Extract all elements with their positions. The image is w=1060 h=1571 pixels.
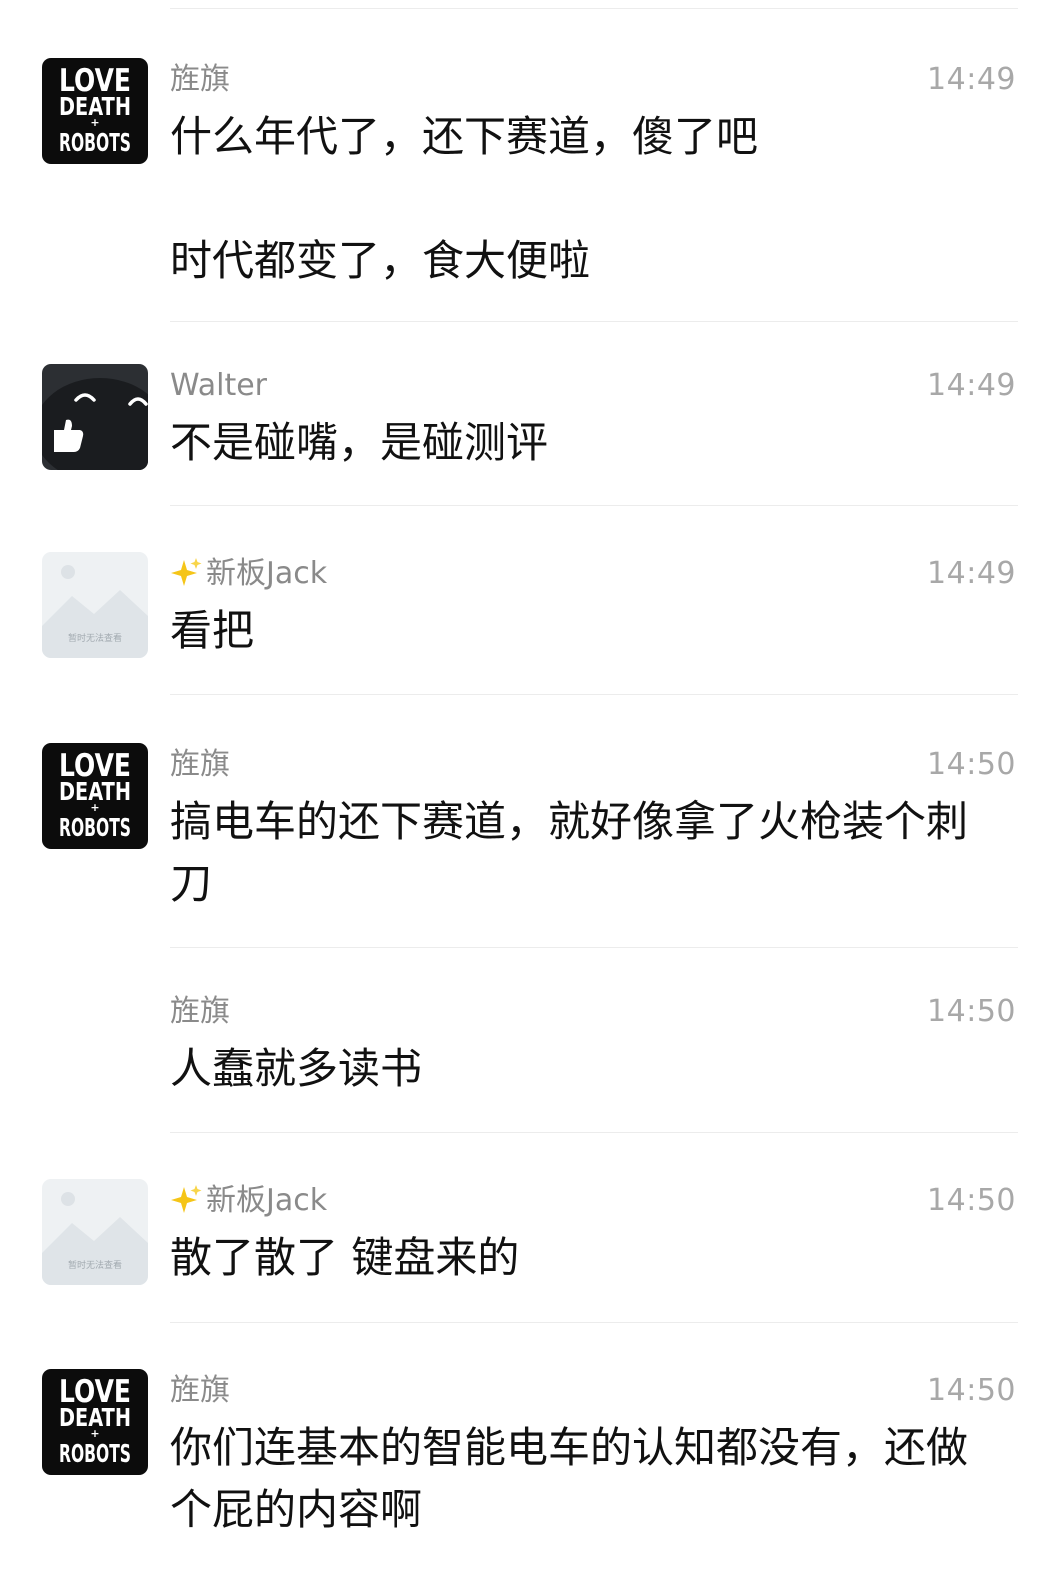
message-text: 不是碰嘴，是碰测评 [170, 412, 1020, 474]
message-text: 什么年代了，还下赛道，傻了吧 时代都变了，食大便啦 [170, 106, 1020, 292]
sender-name[interactable]: 旌旗 [170, 743, 230, 787]
message-line: 看把 [170, 606, 255, 655]
sender-name[interactable]: 旌旗 [170, 990, 230, 1034]
message-text: 散了散了 键盘来的 [170, 1227, 1020, 1289]
timestamp: 14:50 [927, 1373, 1016, 1408]
sparkles-icon [171, 1185, 202, 1213]
chat-message[interactable]: 暂时无法查看 新板Jack 14:49 看把 [0, 506, 1060, 695]
svg-text:暂时无法查看: 暂时无法查看 [68, 632, 122, 644]
love-death-robots-logo-icon: LOVE DEATH + ROBOTS [42, 743, 148, 849]
chat-message[interactable]: LOVE DEATH + ROBOTS 旌旗 14:50 搞电车的还下赛道，就好… [0, 695, 1060, 948]
message-line: 散了散了 键盘来的 [170, 1233, 520, 1282]
chat-message[interactable]: LOVE DEATH + ROBOTS 旌旗 14:49 什么年代了，还下赛道，… [0, 0, 1060, 322]
avatar-walter[interactable] [42, 364, 148, 470]
love-death-robots-logo-icon: LOVE DEATH + ROBOTS [42, 58, 148, 164]
chat-message[interactable]: 暂时无法查看 新板Jack 14:50 散了散了 键盘来的 [0, 1133, 1060, 1323]
svg-text:ROBOTS: ROBOTS [59, 1439, 131, 1468]
message-line: 你们连基本的智能电车的认知都没有，还做 [170, 1423, 969, 1472]
sender-name[interactable]: 新板Jack [170, 1179, 327, 1223]
message-text: 看把 [170, 600, 1020, 662]
sparkles-icon [171, 558, 202, 586]
sender-name[interactable]: 新板Jack [170, 552, 327, 596]
sender-name[interactable]: 旌旗 [170, 58, 230, 102]
message-line: 刀 [170, 859, 213, 908]
timestamp: 14:49 [927, 368, 1016, 403]
timestamp: 14:49 [927, 556, 1016, 591]
chat-message[interactable]: Walter 14:49 不是碰嘴，是碰测评 [0, 322, 1060, 506]
message-text: 人蠢就多读书 [170, 1038, 1020, 1100]
message-line: 人蠢就多读书 [170, 1044, 423, 1093]
message-line: 时代都变了，食大便啦 [170, 236, 591, 285]
timestamp: 14:50 [927, 994, 1016, 1029]
chat-message[interactable]: 旌旗 14:50 人蠢就多读书 [0, 948, 1060, 1133]
timestamp: 14:49 [927, 62, 1016, 97]
timestamp: 14:50 [927, 1183, 1016, 1218]
love-death-robots-logo-icon: LOVE DEATH + ROBOTS [42, 1369, 148, 1475]
avatar-love-death-robots[interactable]: LOVE DEATH + ROBOTS [42, 1369, 148, 1475]
avatar-image-unavailable[interactable]: 暂时无法查看 [42, 552, 148, 658]
message-text: 搞电车的还下赛道，就好像拿了火枪装个刺 刀 [170, 791, 1020, 915]
chat-message[interactable]: LOVE DEATH + ROBOTS 旌旗 14:50 你们连基本的智能电车的… [0, 1323, 1060, 1571]
message-line: 个屁的内容啊 [170, 1485, 423, 1534]
message-line-blank [170, 168, 1020, 230]
message-text: 你们连基本的智能电车的认知都没有，还做 个屁的内容啊 [170, 1417, 1020, 1541]
sender-name[interactable]: 旌旗 [170, 1369, 230, 1413]
sender-name[interactable]: Walter [170, 364, 267, 408]
smiley-thumbs-up-icon [42, 364, 148, 470]
svg-text:ROBOTS: ROBOTS [59, 128, 131, 157]
avatar-love-death-robots[interactable]: LOVE DEATH + ROBOTS [42, 743, 148, 849]
svg-text:暂时无法查看: 暂时无法查看 [68, 1259, 122, 1271]
avatar-love-death-robots[interactable]: LOVE DEATH + ROBOTS [42, 58, 148, 164]
avatar-image-unavailable[interactable]: 暂时无法查看 [42, 1179, 148, 1285]
message-line: 不是碰嘴，是碰测评 [170, 418, 549, 467]
message-line: 什么年代了，还下赛道，傻了吧 [170, 112, 759, 161]
svg-text:ROBOTS: ROBOTS [59, 813, 131, 842]
image-placeholder-icon: 暂时无法查看 [42, 1179, 148, 1285]
sender-name-text: 新板Jack [206, 1183, 328, 1218]
sender-name-text: 新板Jack [206, 556, 328, 591]
message-line: 搞电车的还下赛道，就好像拿了火枪装个刺 [170, 797, 969, 846]
image-placeholder-icon: 暂时无法查看 [42, 552, 148, 658]
timestamp: 14:50 [927, 747, 1016, 782]
